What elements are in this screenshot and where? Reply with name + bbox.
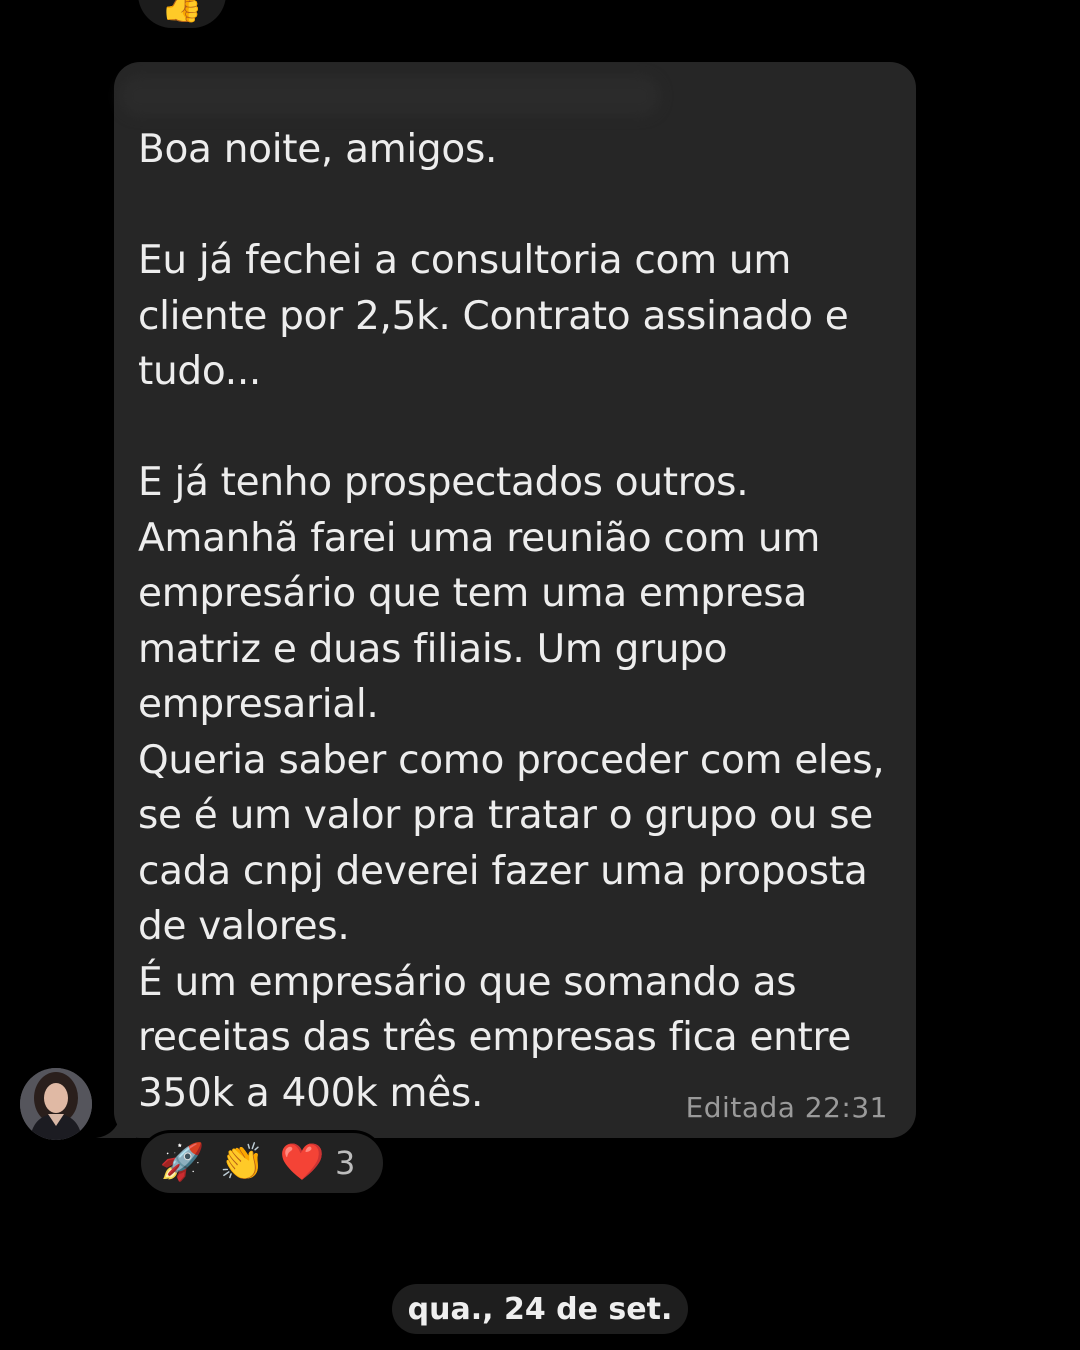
sender-name-redacted xyxy=(120,76,660,116)
red-heart-icon: ❤️ xyxy=(279,1142,325,1183)
message-bubble[interactable]: Boa noite, amigos. Eu já fechei a consul… xyxy=(114,62,916,1138)
rocket-icon: 🚀 xyxy=(159,1142,205,1183)
reaction-count: 3 xyxy=(335,1144,356,1182)
clapping-hands-icon: 👏 xyxy=(219,1142,265,1183)
date-separator: qua., 24 de set. xyxy=(392,1284,688,1334)
avatar[interactable] xyxy=(20,1068,92,1140)
message-text: Boa noite, amigos. Eu já fechei a consul… xyxy=(138,127,885,1116)
previous-message-reaction[interactable]: 👍 xyxy=(138,0,226,28)
thumbs-up-icon: 👍 xyxy=(160,0,204,25)
avatar-photo xyxy=(20,1068,92,1140)
reactions-bar[interactable]: 🚀 👏 ❤️ 3 xyxy=(138,1130,386,1196)
edited-timestamp: Editada 22:31 xyxy=(685,1091,888,1124)
